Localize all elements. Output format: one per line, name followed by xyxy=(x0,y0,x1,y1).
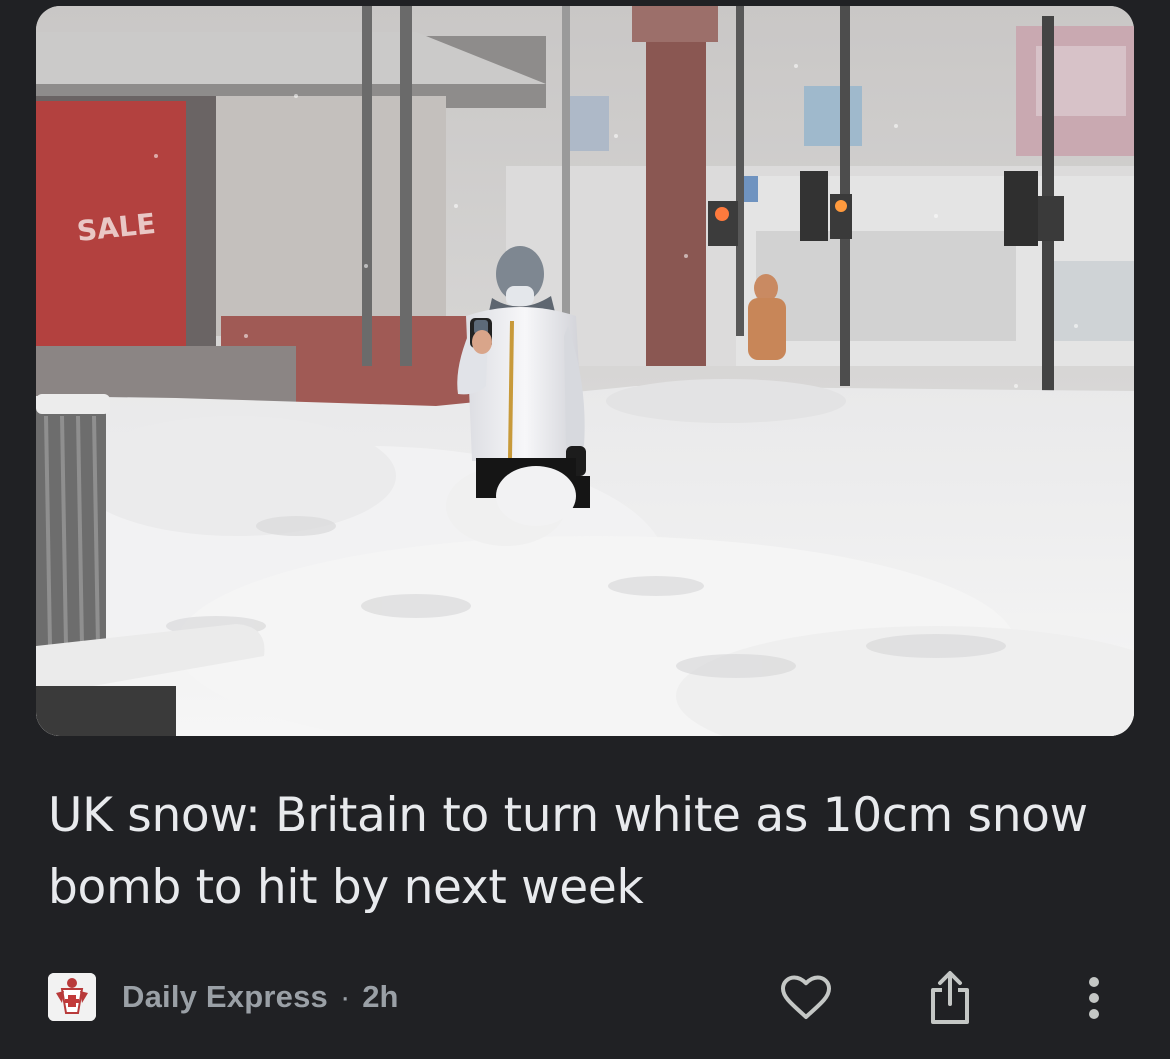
publisher-logo[interactable] xyxy=(48,973,96,1021)
heart-outline-icon xyxy=(781,975,831,1019)
source-name[interactable]: Daily Express xyxy=(122,979,328,1015)
news-card[interactable]: SALE UK snow: Britain to turn white as 1… xyxy=(0,0,1170,1059)
more-options-button[interactable] xyxy=(1064,968,1124,1028)
article-meta: Daily Express · 2h xyxy=(48,970,398,1024)
published-time: 2h xyxy=(362,979,399,1014)
share-button[interactable] xyxy=(920,968,980,1028)
meta-separator: · xyxy=(339,979,351,1014)
share-icon xyxy=(931,971,969,1024)
article-headline[interactable]: UK snow: Britain to turn white as 10cm s… xyxy=(48,780,1118,924)
article-image[interactable]: SALE xyxy=(36,6,1134,736)
like-button[interactable] xyxy=(776,968,836,1028)
more-vertical-icon xyxy=(1089,977,1099,1019)
